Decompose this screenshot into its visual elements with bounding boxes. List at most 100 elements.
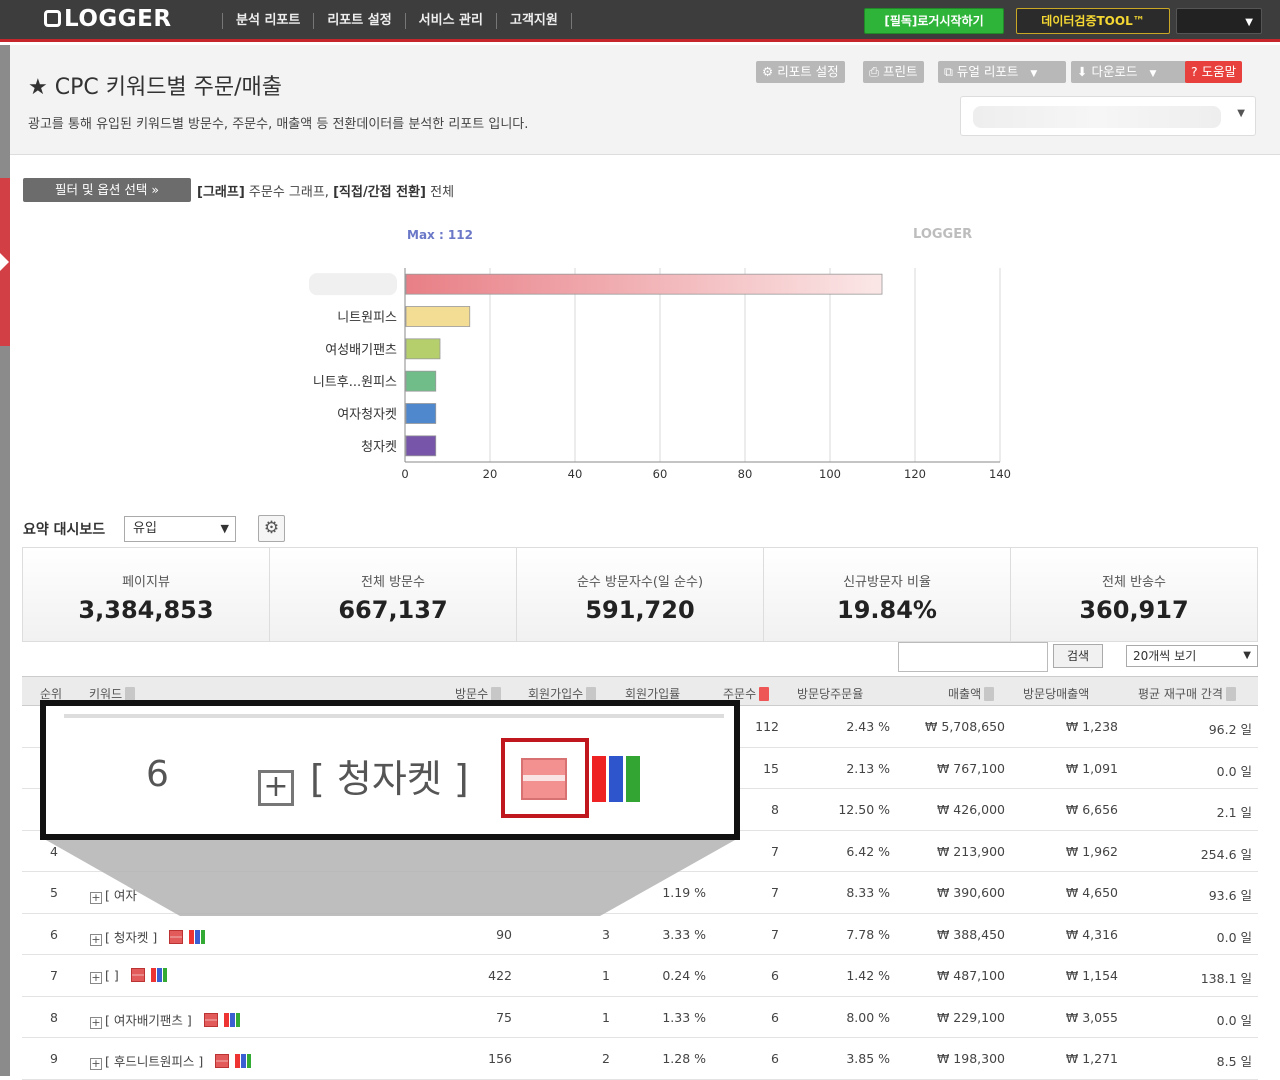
gift-icon[interactable] xyxy=(169,929,184,944)
header-sales[interactable]: 매출액 xyxy=(948,685,995,702)
cell-sales: ₩ 229,100 xyxy=(936,1009,1005,1025)
cell-orders: 6 xyxy=(771,1051,779,1066)
x-tick-label: 100 xyxy=(819,467,841,481)
stat-label: 전체 방문수 xyxy=(361,575,425,590)
cell-rank: 5 xyxy=(50,885,58,900)
summary-stats: 페이지뷰 3,384,853 전체 방문수 667,137 순수 방문자수(일 순수… xyxy=(22,547,1258,642)
table-row: 6 90 3 3.33 % 7 7.78 % ₩ 388,450 ₩ 4,316 0.0 일 +[… xyxy=(22,914,1258,955)
stat-new-visitor-rate: 신규방문자 비율 19.84% xyxy=(764,548,1011,641)
stat-label: 신규방문자 비율 xyxy=(843,575,931,590)
expand-icon[interactable]: + xyxy=(90,892,102,904)
expand-icon[interactable]: + xyxy=(90,972,102,984)
bar-chart-icon[interactable] xyxy=(189,929,206,944)
divider xyxy=(64,714,724,718)
cell-rank: 4 xyxy=(50,843,58,859)
cell-sales: ₩ 198,300 xyxy=(936,1051,1005,1066)
dashboard-settings-button[interactable]: ⚙ xyxy=(258,515,285,542)
expand-icon[interactable]: + xyxy=(90,1058,102,1070)
stat-value: 360,917 xyxy=(1079,596,1189,624)
gift-icon[interactable] xyxy=(203,1012,218,1027)
sort-icon[interactable] xyxy=(1225,687,1236,701)
cell-rank: 9 xyxy=(50,1051,58,1066)
bar[interactable] xyxy=(405,370,437,392)
bar-chart-icon[interactable] xyxy=(150,968,167,982)
expand-icon[interactable]: + xyxy=(90,1016,102,1029)
cell-repurchase: 254.6 일 xyxy=(1200,846,1252,862)
keyword-label[interactable]: [ 여자배기팬츠 ] xyxy=(105,1013,192,1028)
cell-order-rate: 3.85 % xyxy=(846,1051,890,1066)
bar[interactable] xyxy=(405,306,471,327)
stat-label: 순수 방문자수(일 순수) xyxy=(576,575,704,590)
cell-sales: ₩ 390,600 xyxy=(936,885,1005,900)
dashboard-select[interactable]: 유입 ▼ xyxy=(124,516,236,542)
cell-order-rate: 7.78 % xyxy=(846,926,890,942)
x-tick-label: 140 xyxy=(989,467,1011,481)
gear-icon: ⚙ xyxy=(263,518,280,538)
cell-keyword: +[ 여자 xyxy=(90,885,137,904)
stat-value: 667,137 xyxy=(338,596,448,624)
bar[interactable] xyxy=(405,273,883,295)
cell-repurchase: 0.0 일 xyxy=(1216,1012,1252,1028)
x-tick-label: 80 xyxy=(738,467,753,481)
zoom-keyword-label: [ 청자켓 ] xyxy=(310,757,469,801)
x-tick-label: 40 xyxy=(568,467,583,481)
cell-repurchase: 138.1 일 xyxy=(1200,971,1252,986)
triangle-down-icon: ▼ xyxy=(1243,650,1251,661)
category-label: 니트원피스 xyxy=(337,311,397,326)
cell-sales: ₩ 426,000 xyxy=(936,802,1005,817)
keyword-label[interactable]: [ ] xyxy=(105,968,119,983)
cell-keyword: +[ 후드니트원피스 ] xyxy=(90,1051,252,1070)
cell-orders: 7 xyxy=(771,926,779,942)
bar[interactable] xyxy=(405,403,437,424)
bar-chart-icon[interactable] xyxy=(592,756,640,802)
sort-icon[interactable] xyxy=(125,687,136,701)
cell-sales-per-visit: ₩ 6,656 xyxy=(1065,802,1118,817)
bar-chart-icon[interactable] xyxy=(235,1054,252,1068)
gift-icon[interactable] xyxy=(130,968,145,982)
keyword-label[interactable]: [ 여자 xyxy=(105,888,137,903)
bar-chart-icon[interactable] xyxy=(223,1012,240,1027)
cell-sales-per-visit: ₩ 4,316 xyxy=(1065,926,1118,942)
cell-sales: ₩ 487,100 xyxy=(936,968,1005,983)
cell-rank: 6 xyxy=(50,926,58,942)
bar[interactable] xyxy=(405,338,441,360)
keyword-search-input[interactable] xyxy=(898,642,1048,672)
gift-icon[interactable] xyxy=(215,1054,230,1068)
cell-repurchase: 0.0 일 xyxy=(1216,929,1252,945)
sort-desc-icon[interactable] xyxy=(759,687,770,701)
keyword-label[interactable]: [ 후드니트원피스 ] xyxy=(105,1054,203,1069)
cell-rank: 7 xyxy=(50,968,58,983)
stat-value: 3,384,853 xyxy=(78,596,214,624)
cell-order-rate: 12.50 % xyxy=(838,802,890,817)
sort-icon[interactable] xyxy=(586,687,597,701)
header-sales-per-visit[interactable]: 방문당매출액 xyxy=(1023,685,1089,702)
cell-repurchase: 96.2 일 xyxy=(1208,722,1252,737)
header-order-rate[interactable]: 방문당주문율 xyxy=(797,685,863,702)
category-label: 니트후...원피스 xyxy=(313,375,397,390)
page-size-select[interactable]: 20개씩 보기 ▼ xyxy=(1126,645,1258,667)
cell-signups: 2 xyxy=(602,1051,610,1066)
triangle-down-icon: ▼ xyxy=(220,522,229,535)
table-row: 9 156 2 1.28 % 6 3.85 % ₩ 198,300 ₩ 1,271 8.5 일 +… xyxy=(22,1038,1258,1080)
search-button[interactable]: 검색 xyxy=(1053,644,1103,668)
cell-order-rate: 1.42 % xyxy=(846,968,890,983)
stat-value: 19.84% xyxy=(837,596,937,624)
expand-icon[interactable]: + xyxy=(258,770,294,806)
sort-icon[interactable] xyxy=(491,687,502,701)
cell-orders: 7 xyxy=(771,843,779,859)
cell-sales-per-visit: ₩ 1,154 xyxy=(1065,968,1118,983)
cell-orders: 6 xyxy=(771,968,779,983)
keyword-label[interactable]: [ 청자켓 ] xyxy=(105,930,157,945)
cell-order-rate: 8.33 % xyxy=(846,885,890,900)
cell-sales-per-visit: ₩ 1,091 xyxy=(1065,760,1118,776)
stat-pageviews: 페이지뷰 3,384,853 xyxy=(23,548,270,641)
sort-icon[interactable] xyxy=(984,687,995,701)
bar[interactable] xyxy=(405,435,437,457)
expand-icon[interactable]: + xyxy=(90,933,102,946)
category-label: 여자청자켓 xyxy=(337,408,397,423)
zoom-keyword: + [ 청자켓 ] xyxy=(258,748,469,806)
header-repurchase[interactable]: 평균 재구매 간격 xyxy=(1138,685,1236,702)
cell-signups: 3 xyxy=(602,926,610,942)
zoom-rank: 6 xyxy=(146,754,169,795)
cell-visits: 90 xyxy=(496,926,512,942)
